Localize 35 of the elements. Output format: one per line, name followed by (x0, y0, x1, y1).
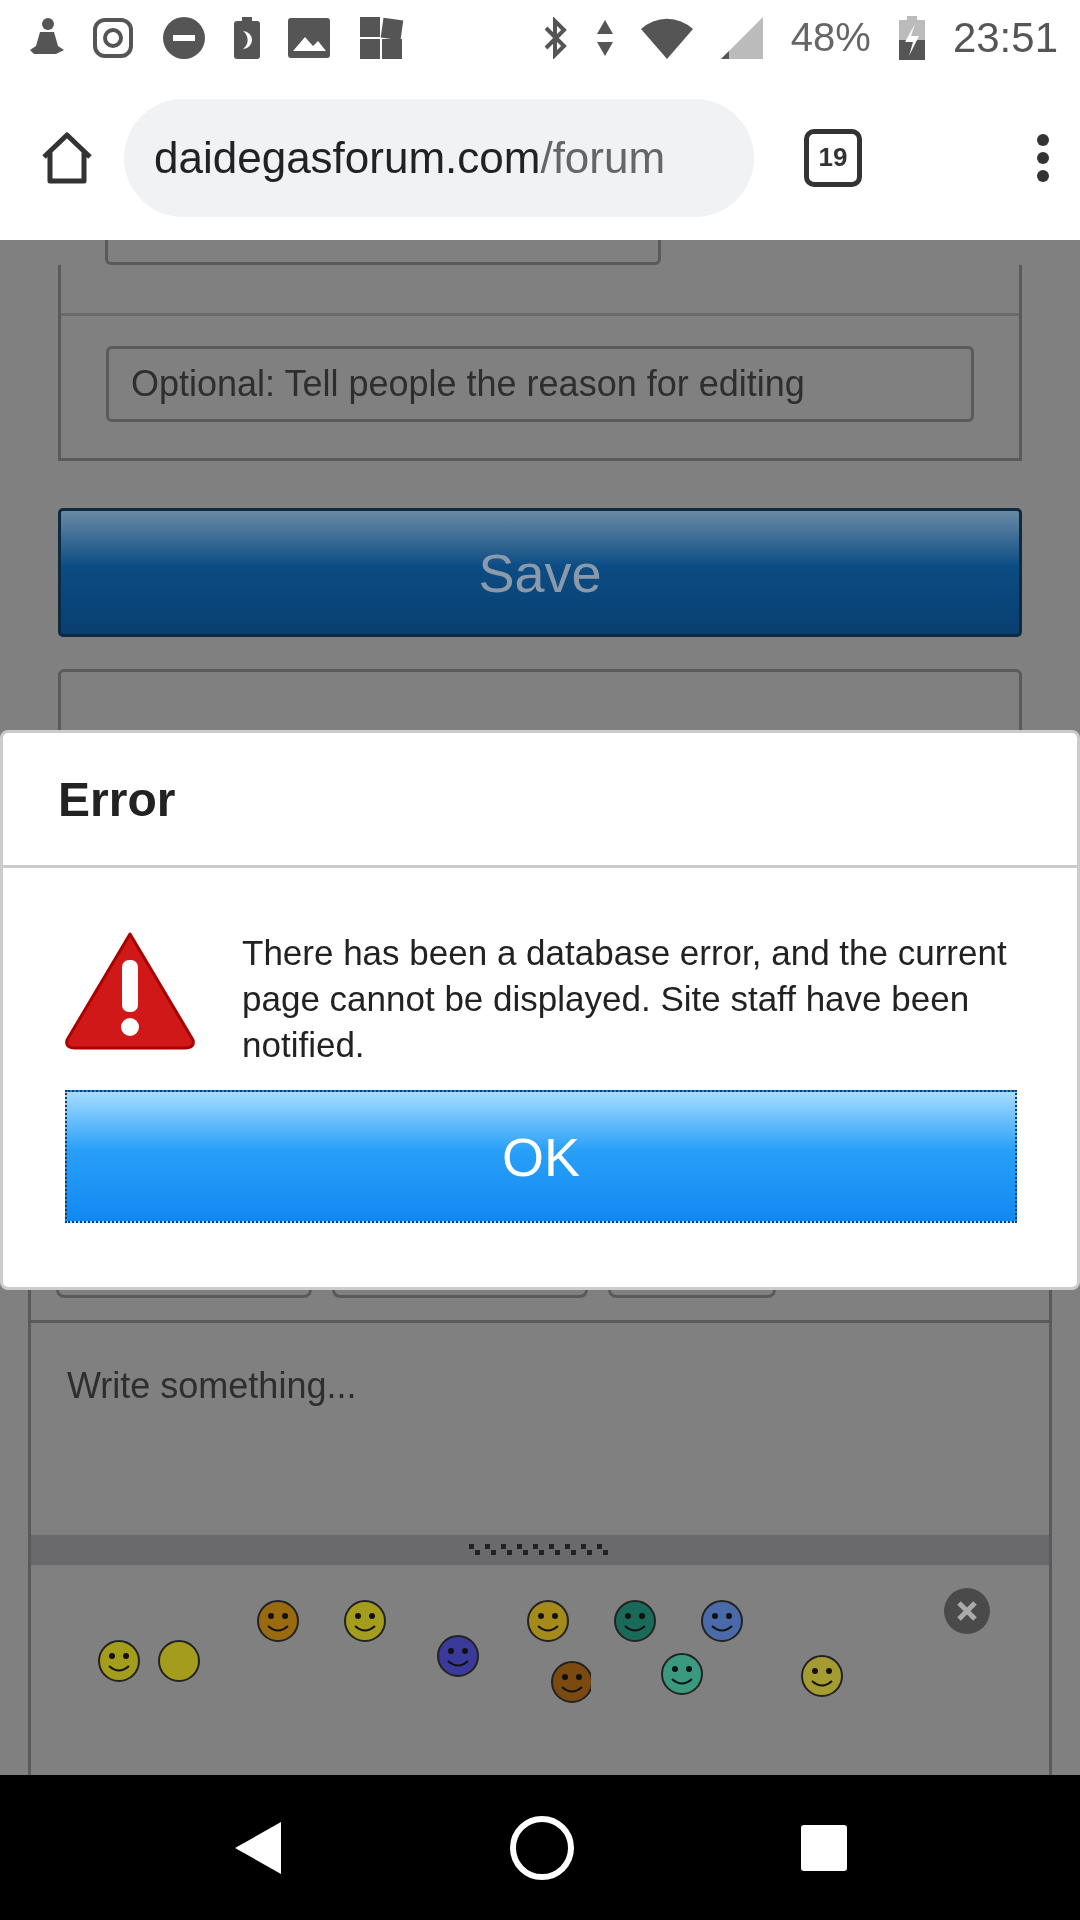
tab-count-button[interactable]: 19 (804, 128, 862, 187)
dialog-title: Error (58, 771, 176, 827)
smiley-icon[interactable] (344, 1600, 386, 1642)
resize-handle[interactable] (31, 1535, 1049, 1565)
back-icon[interactable] (233, 1819, 283, 1876)
address-bar[interactable]: daidegasforum.com/forum (124, 98, 754, 217)
smiley-icon[interactable] (614, 1600, 656, 1642)
home-circle-icon[interactable] (509, 1814, 575, 1881)
smiley-icon[interactable] (701, 1600, 743, 1642)
smiley-icon[interactable] (98, 1640, 200, 1682)
home-icon[interactable] (40, 130, 94, 185)
recents-icon[interactable] (801, 1824, 847, 1871)
smiley-icon[interactable] (527, 1600, 569, 1642)
battery-charging-icon (898, 15, 925, 60)
smiley-icon[interactable] (551, 1661, 591, 1703)
close-icon[interactable] (944, 1588, 990, 1634)
bluetooth-icon (542, 16, 569, 59)
wifi-icon (640, 16, 693, 59)
battery-percentage: 48% (790, 15, 871, 60)
signal-icon (720, 16, 763, 59)
battery-moon-icon (234, 16, 260, 59)
input-field[interactable] (105, 240, 661, 265)
error-message: There has been a database error, and the current page cannot be displayed. Site staff have been notified. (242, 932, 1008, 1066)
menu-icon[interactable] (1036, 132, 1050, 183)
data-arrows-icon (596, 19, 613, 56)
smiley-icon[interactable] (257, 1600, 299, 1642)
clock-time: 23:51 (952, 13, 1058, 62)
minus-circle-icon (162, 15, 206, 60)
camera-icon (92, 16, 134, 59)
smiley-icon[interactable] (437, 1635, 479, 1677)
patchwork-icon (358, 14, 404, 61)
warning-icon (63, 930, 197, 1050)
image-icon (288, 17, 330, 58)
smiley-icon[interactable] (661, 1653, 703, 1695)
reason-input-field[interactable]: Optional: Tell people the reason for editing (106, 346, 974, 422)
